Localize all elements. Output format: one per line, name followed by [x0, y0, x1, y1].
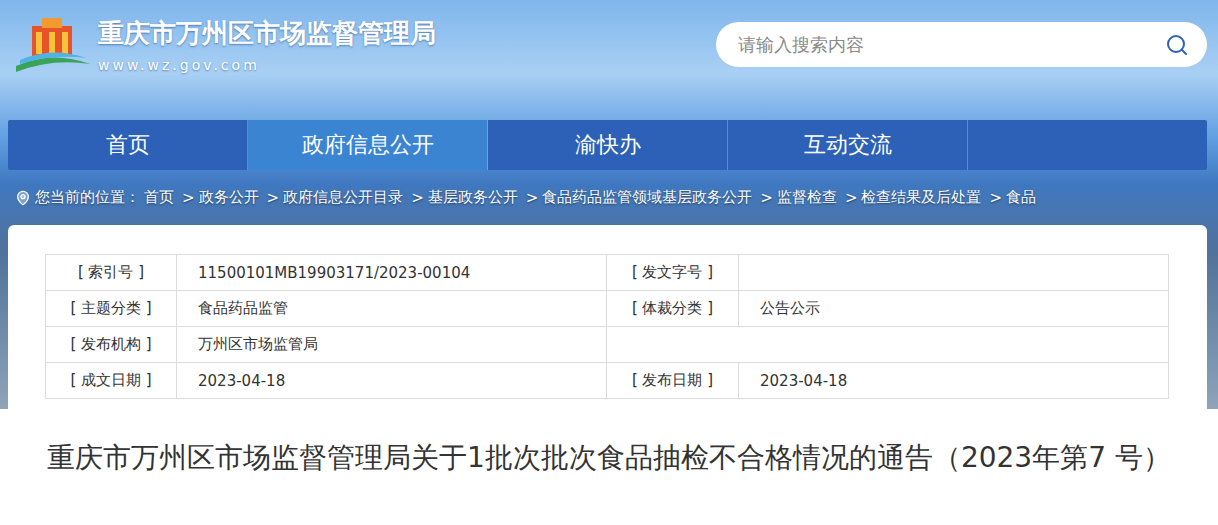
- breadcrumb-separator: >: [182, 189, 195, 207]
- breadcrumb-separator: >: [267, 189, 280, 207]
- article: 重庆市万州区市场监督管理局关于1批次批次食品抽检不合格情况的通告（2023年第7…: [0, 409, 1218, 487]
- nav-item[interactable]: 首页: [8, 120, 248, 170]
- nav-item[interactable]: 政府信息公开: [248, 120, 488, 170]
- breadcrumb-item[interactable]: 监督检查: [777, 188, 837, 207]
- nav-item[interactable]: 渝快办: [488, 120, 728, 170]
- meta-label: [ 体裁分类 ]: [607, 291, 739, 327]
- meta-label: [ 发布机构 ]: [46, 327, 177, 363]
- site-domain: www.wz.gov.com: [98, 57, 436, 73]
- breadcrumb-item[interactable]: 首页: [144, 188, 174, 207]
- main-nav: 首页政府信息公开渝快办互动交流: [8, 120, 1207, 170]
- meta-table: [ 索引号 ]11500101MB19903171/2023-00104[ 发文…: [45, 254, 1169, 399]
- breadcrumb-item[interactable]: 食品: [1006, 188, 1036, 207]
- breadcrumb-separator: >: [845, 189, 858, 207]
- search-input[interactable]: [736, 33, 1155, 56]
- meta-value: 2023-04-18: [739, 363, 1169, 399]
- breadcrumb-item[interactable]: 基层政务公开: [428, 188, 518, 207]
- meta-value: [739, 255, 1169, 291]
- meta-label: [ 成文日期 ]: [46, 363, 177, 399]
- breadcrumb-item[interactable]: 检查结果及后处置: [861, 188, 981, 207]
- info-panel: [ 索引号 ]11500101MB19903171/2023-00104[ 发文…: [8, 225, 1207, 409]
- meta-value: 公告公示: [739, 291, 1169, 327]
- breadcrumb-separator: >: [411, 189, 424, 207]
- meta-value: 万州区市场监管局: [177, 327, 607, 363]
- logo-icon: [12, 14, 92, 76]
- breadcrumb-separator: >: [526, 189, 539, 207]
- site-title[interactable]: 重庆市万州区市场监督管理局: [98, 17, 436, 49]
- meta-value: 2023-04-18: [177, 363, 607, 399]
- meta-empty-cell: [607, 327, 1169, 363]
- page-top: 重庆市万州区市场监督管理局www.wz.gov.com首页政府信息公开渝快办互动…: [0, 0, 1218, 409]
- meta-label: [ 发布日期 ]: [607, 363, 739, 399]
- brand[interactable]: 重庆市万州区市场监督管理局 www.wz.gov.com: [12, 0, 436, 76]
- breadcrumb-prefix: 您当前的位置：: [35, 188, 140, 207]
- meta-value: 11500101MB19903171/2023-00104: [177, 255, 607, 291]
- meta-label: [ 主题分类 ]: [46, 291, 177, 327]
- search-icon[interactable]: [1165, 33, 1189, 57]
- location-pin-icon: [15, 190, 31, 206]
- breadcrumb-item[interactable]: 食品药品监管领域基层政务公开: [542, 188, 752, 207]
- breadcrumb-separator: >: [760, 189, 773, 207]
- breadcrumb-separator: >: [989, 189, 1002, 207]
- meta-label: [ 发文字号 ]: [607, 255, 739, 291]
- breadcrumb: 您当前的位置：首页>政务公开>政府信息公开目录>基层政务公开>食品药品监管领域基…: [0, 170, 1218, 225]
- meta-label: [ 索引号 ]: [46, 255, 177, 291]
- article-title: 重庆市万州区市场监督管理局关于1批次批次食品抽检不合格情况的通告（2023年第7…: [47, 439, 1171, 477]
- nav-item[interactable]: 互动交流: [728, 120, 968, 170]
- meta-value: 食品药品监管: [177, 291, 607, 327]
- search-box: [716, 22, 1207, 67]
- breadcrumb-item[interactable]: 政府信息公开目录: [283, 188, 403, 207]
- site-header: 重庆市万州区市场监督管理局 www.wz.gov.com: [0, 0, 1218, 120]
- breadcrumb-item[interactable]: 政务公开: [199, 188, 259, 207]
